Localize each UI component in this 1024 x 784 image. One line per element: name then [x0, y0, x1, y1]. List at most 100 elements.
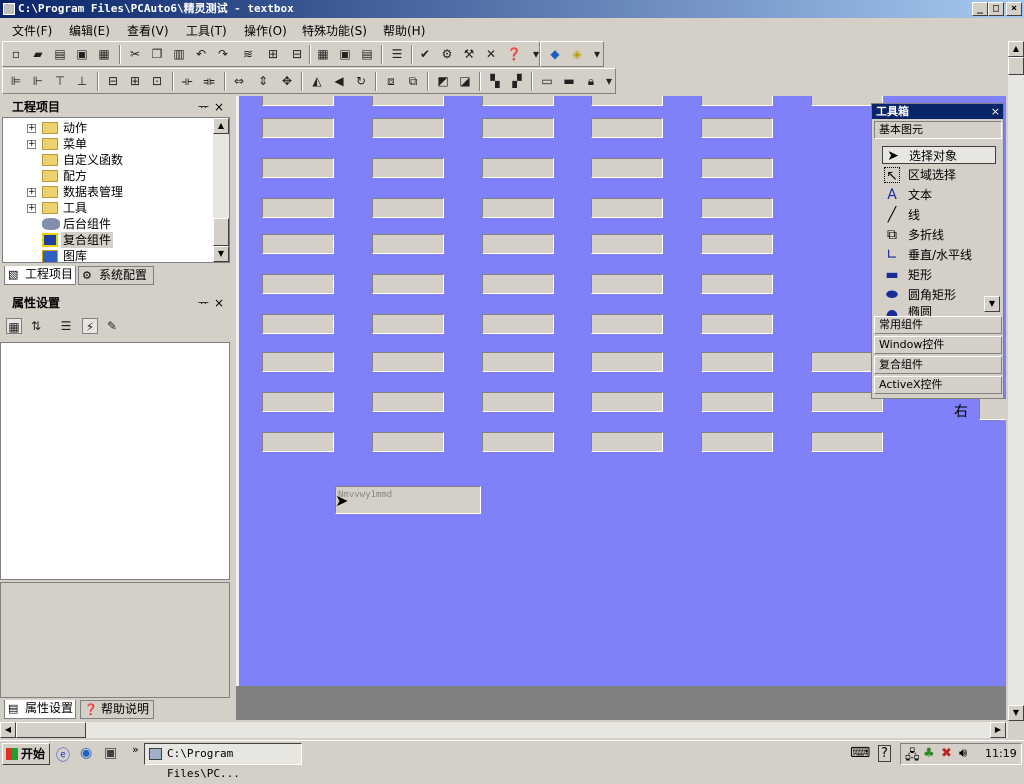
- cut-icon[interactable]: ✂: [127, 46, 143, 62]
- tree-item-tools[interactable]: + 工具: [3, 200, 213, 216]
- categorized-icon[interactable]: ▦: [6, 318, 22, 334]
- list-icon[interactable]: ☰: [389, 46, 405, 62]
- grid-icon[interactable]: ▦: [315, 46, 331, 62]
- close-icon[interactable]: ×: [991, 104, 1000, 119]
- close-icon[interactable]: ×: [214, 98, 224, 116]
- textbox-component[interactable]: [591, 96, 663, 106]
- scroll-left-icon[interactable]: ◀: [0, 722, 16, 738]
- textbox-component[interactable]: [372, 274, 444, 294]
- textbox-component[interactable]: [591, 198, 663, 218]
- taskbar-task-pcauto[interactable]: C:\Program Files\PC...: [144, 743, 302, 780]
- tray-alert-icon[interactable]: ✖: [941, 746, 952, 761]
- textbox-component[interactable]: [262, 118, 334, 138]
- textbox-component[interactable]: [591, 314, 663, 334]
- textbox-component[interactable]: [701, 118, 773, 138]
- toolbox-titlebar[interactable]: 工具箱 ×: [872, 104, 1003, 119]
- screen-icon[interactable]: ▤: [359, 46, 375, 62]
- tab-project[interactable]: ▧ 工程项目: [4, 266, 76, 285]
- paste-icon[interactable]: ▥: [171, 46, 187, 62]
- textbox-component[interactable]: [262, 96, 334, 106]
- textbox-component[interactable]: [372, 352, 444, 372]
- lock-icon[interactable]: 🔒︎: [583, 73, 599, 89]
- component-icon[interactable]: ⊞: [265, 46, 281, 62]
- expand-icon[interactable]: +: [27, 204, 36, 213]
- sort-alpha-icon[interactable]: ⇅: [28, 318, 44, 334]
- ungroup-icon[interactable]: ⧉: [405, 73, 421, 89]
- align-left-icon[interactable]: ⊫: [8, 73, 24, 89]
- textbox-component[interactable]: [701, 392, 773, 412]
- menu-tools[interactable]: 工具(T): [186, 22, 227, 39]
- center-icon[interactable]: ✥: [279, 73, 295, 89]
- tray-app-icon[interactable]: ♣: [923, 746, 935, 761]
- textbox-component[interactable]: [372, 96, 444, 106]
- textbox-component[interactable]: [591, 118, 663, 138]
- tool-line[interactable]: ╱ 线: [882, 206, 920, 224]
- textbox-component[interactable]: [482, 158, 554, 178]
- expand-icon[interactable]: +: [27, 188, 36, 197]
- tree-item-recipe[interactable]: 配方: [3, 168, 213, 184]
- textbox-component[interactable]: [482, 432, 554, 452]
- textbox-component[interactable]: [262, 158, 334, 178]
- volume-icon[interactable]: 🔊︎: [959, 746, 967, 761]
- section-basic-shapes[interactable]: 基本图元: [874, 121, 1002, 139]
- scroll-right-icon[interactable]: ▶: [990, 722, 1006, 738]
- new-file-icon[interactable]: ▫: [8, 46, 24, 62]
- desktop-icon[interactable]: ▣: [104, 745, 117, 761]
- scroll-down-icon[interactable]: ▼: [1008, 705, 1024, 721]
- quicklaunch-overflow-icon[interactable]: »: [132, 743, 139, 756]
- pin-icon[interactable]: ᅲ: [198, 294, 209, 312]
- simulate-icon[interactable]: ◈: [569, 46, 585, 62]
- flip-h-icon[interactable]: ◭: [309, 73, 325, 89]
- textbox-component[interactable]: [591, 352, 663, 372]
- textbox-component[interactable]: [482, 274, 554, 294]
- same-width-icon[interactable]: ⊟: [105, 73, 121, 89]
- save-all-icon[interactable]: ▦: [96, 46, 112, 62]
- tool-ellipse[interactable]: ● 椭圆: [882, 306, 932, 316]
- tab-properties[interactable]: ▤ 属性设置: [4, 700, 76, 719]
- start-button[interactable]: 开始: [2, 743, 50, 765]
- config-icon[interactable]: ⚒: [461, 46, 477, 62]
- h-space-icon[interactable]: ⟛: [179, 73, 195, 89]
- tool-region-select[interactable]: ↖ 区域选择: [882, 166, 956, 184]
- scroll-down-icon[interactable]: ▼: [213, 246, 229, 262]
- v-space-icon[interactable]: ⟚: [201, 73, 217, 89]
- textbox-component[interactable]: [482, 198, 554, 218]
- h-center-icon[interactable]: ⇔: [231, 73, 247, 89]
- ie-icon[interactable]: ⓔ: [56, 745, 70, 765]
- stack-icon[interactable]: ▭: [539, 73, 555, 89]
- textbox-component[interactable]: [262, 432, 334, 452]
- textbox-component[interactable]: [482, 352, 554, 372]
- send-back-icon[interactable]: ◪: [457, 73, 473, 89]
- align-top-icon[interactable]: ⊤: [52, 73, 68, 89]
- menu-help[interactable]: 帮助(H): [383, 22, 425, 39]
- keyboard-icon[interactable]: ⌨: [850, 745, 870, 761]
- run-icon[interactable]: ◆: [547, 46, 563, 62]
- tree-item-custom-functions[interactable]: 自定义函数: [3, 152, 213, 168]
- toolbar-overflow-icon-2[interactable]: ▾: [589, 46, 605, 62]
- tool-rounded-rect[interactable]: ⬬ 圆角矩形: [882, 286, 956, 304]
- layers-icon[interactable]: ≋: [240, 46, 256, 62]
- property-pages-icon[interactable]: ✎: [104, 318, 120, 334]
- textbox-component[interactable]: [372, 392, 444, 412]
- scroll-thumb[interactable]: [1008, 57, 1024, 75]
- toolbar-overflow-icon-3[interactable]: ▾: [601, 73, 617, 89]
- tool-select[interactable]: ➤ 选择对象: [882, 146, 996, 164]
- tools-icon[interactable]: ✕: [483, 46, 499, 62]
- textbox-component[interactable]: [591, 158, 663, 178]
- textbox-component[interactable]: [482, 118, 554, 138]
- scroll-down-icon[interactable]: ▼: [984, 296, 1000, 312]
- textbox-component[interactable]: [372, 118, 444, 138]
- textbox-component[interactable]: [262, 352, 334, 372]
- tree-item-composite[interactable]: 复合组件: [3, 232, 213, 248]
- textbox-component[interactable]: [701, 158, 773, 178]
- main-vscrollbar[interactable]: ▲ ▼: [1008, 41, 1024, 721]
- open-project-icon[interactable]: ▤: [52, 46, 68, 62]
- menu-file[interactable]: 文件(F): [12, 22, 52, 39]
- properties-icon[interactable]: ☰: [58, 318, 74, 334]
- run-screen-icon[interactable]: ▣: [337, 46, 353, 62]
- browser-icon[interactable]: ◉: [80, 745, 92, 761]
- expand-icon[interactable]: +: [27, 140, 36, 149]
- textbox-component[interactable]: [372, 198, 444, 218]
- tool-polyline[interactable]: ⧉ 多折线: [882, 226, 944, 244]
- textbox-component[interactable]: [372, 314, 444, 334]
